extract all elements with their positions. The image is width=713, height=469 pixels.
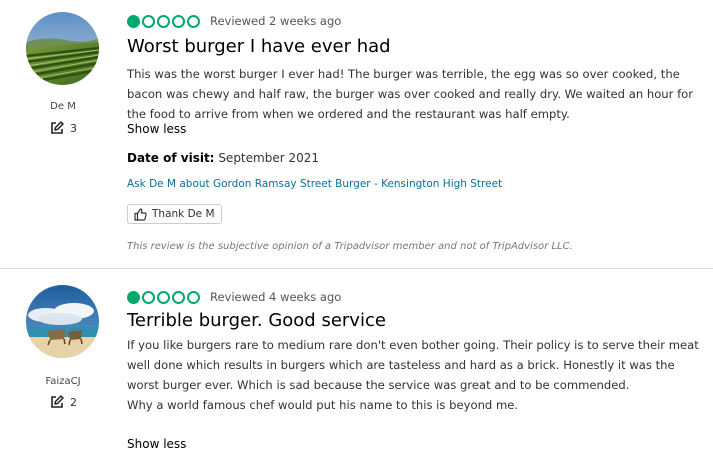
review-body: This was the worst burger I ever had! Th…	[127, 64, 702, 124]
pencil-square-icon	[51, 395, 64, 408]
username[interactable]: De M	[0, 101, 126, 112]
date-of-visit: Date of visit: September 2021	[127, 151, 319, 165]
date-of-visit-label: Date of visit:	[127, 151, 215, 165]
ask-reviewer-link[interactable]: Ask De M about Gordon Ramsay Street Burg…	[127, 178, 502, 190]
rating-bubble-icon	[142, 14, 155, 28]
review-card: De M 3 Reviewed 2 weeks ago Worst burger…	[0, 0, 713, 268]
review-body: If you like burgers rare to medium rare …	[127, 335, 707, 415]
thumbs-up-icon	[134, 207, 147, 221]
review-meta: Reviewed 2 weeks ago	[127, 12, 341, 30]
contributions-number: 3	[70, 121, 77, 135]
rating-bubble-icon	[127, 290, 140, 304]
user-avatar[interactable]	[26, 285, 99, 358]
review-paragraph: If you like burgers rare to medium rare …	[127, 338, 699, 392]
date-of-visit-value: September 2021	[218, 151, 319, 165]
review-title[interactable]: Terrible burger. Good service	[127, 310, 386, 331]
contributions-number: 2	[70, 395, 77, 409]
show-less-button[interactable]: Show less	[127, 437, 186, 451]
contributions-count: 3	[50, 120, 77, 136]
pencil-square-icon	[51, 121, 64, 134]
review-title[interactable]: Worst burger I have ever had	[127, 36, 391, 57]
review-meta: Reviewed 4 weeks ago	[127, 288, 341, 306]
review-card: FaizaCJ 2 Reviewed 4 weeks ago Terrible …	[0, 268, 713, 469]
user-avatar[interactable]	[26, 12, 99, 85]
username[interactable]: FaizaCJ	[0, 376, 126, 387]
rating-bubble-icon	[172, 290, 185, 304]
contributions-count: 2	[50, 394, 77, 410]
rating-bubble-icon	[172, 14, 185, 28]
rating-bubbles	[127, 290, 200, 304]
rating-bubble-icon	[157, 14, 170, 28]
rating-bubble-icon	[127, 14, 140, 28]
avatar-image-beach	[26, 285, 99, 358]
rating-bubble-icon	[187, 14, 200, 28]
review-date: Reviewed 4 weeks ago	[210, 290, 342, 304]
review-disclaimer: This review is the subjective opinion of…	[127, 241, 573, 252]
show-less-button[interactable]: Show less	[127, 122, 186, 136]
thank-button-label: Thank De M	[152, 208, 215, 220]
rating-bubble-icon	[142, 290, 155, 304]
review-date: Reviewed 2 weeks ago	[210, 14, 342, 28]
rating-bubble-icon	[157, 290, 170, 304]
thank-reviewer-button[interactable]: Thank De M	[127, 204, 222, 224]
review-paragraph: This was the worst burger I ever had! Th…	[127, 67, 694, 121]
avatar-image-vineyard	[26, 12, 99, 85]
rating-bubbles	[127, 14, 200, 28]
rating-bubble-icon	[187, 290, 200, 304]
review-paragraph: Why a world famous chef would put his na…	[127, 398, 519, 412]
